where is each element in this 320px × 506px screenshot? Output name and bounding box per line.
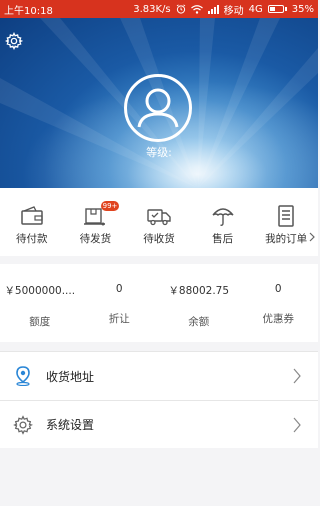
pending-shipment-badge: 99+ bbox=[100, 201, 120, 211]
truck-icon bbox=[147, 209, 171, 226]
stat-balance[interactable]: ￥88002.75 余额 bbox=[159, 264, 239, 342]
order-pending-shipment[interactable]: 99+ 待发货 bbox=[64, 188, 128, 256]
location-pin-icon bbox=[16, 366, 30, 386]
stat-coupons[interactable]: 0 优惠券 bbox=[239, 264, 319, 342]
menu-item-shipping-address[interactable]: 收货地址 bbox=[0, 352, 318, 400]
order-label: 待收货 bbox=[143, 233, 175, 245]
chevron-right-icon bbox=[293, 417, 301, 433]
settings-menu: 收货地址 系统设置 bbox=[0, 351, 318, 448]
order-label: 待发货 bbox=[79, 233, 112, 245]
stat-value: ￥5000000.... bbox=[4, 285, 76, 297]
order-label: 我的订单 bbox=[265, 233, 308, 245]
order-all-orders[interactable]: 我的订单 bbox=[254, 188, 318, 256]
gear-icon bbox=[13, 414, 33, 435]
stat-credit-limit[interactable]: ￥5000000.... 额度 bbox=[0, 264, 80, 342]
status-time: 上午10:18 bbox=[4, 5, 53, 17]
network-type: 4G bbox=[248, 3, 263, 15]
order-after-sales[interactable]: 售后 bbox=[191, 188, 255, 256]
alarm-icon bbox=[176, 4, 185, 14]
order-label: 待付款 bbox=[16, 233, 48, 245]
network-speed: 3.83K/s bbox=[133, 3, 171, 15]
stat-value: 0 bbox=[274, 283, 282, 295]
order-label: 售后 bbox=[212, 233, 234, 245]
chevron-right-icon bbox=[293, 368, 301, 384]
member-level: 等级: bbox=[146, 146, 172, 159]
stat-label: 余额 bbox=[188, 316, 210, 328]
chevron-right-icon[interactable] bbox=[308, 232, 316, 242]
order-pending-receipt[interactable]: 待收货 bbox=[127, 188, 191, 256]
avatar[interactable] bbox=[124, 74, 192, 142]
order-pending-payment[interactable]: 待付款 bbox=[0, 188, 64, 256]
battery-percent: 35% bbox=[291, 3, 314, 15]
account-stats: ￥5000000.... 额度 0 折让 ￥88002.75 余额 0 优惠券 bbox=[0, 264, 318, 342]
stat-label: 额度 bbox=[29, 316, 51, 328]
stat-value: ￥88002.75 bbox=[168, 285, 230, 297]
wifi-icon bbox=[190, 4, 203, 14]
order-list-icon bbox=[278, 205, 294, 227]
settings-gear-icon[interactable] bbox=[5, 32, 23, 50]
stat-label: 折让 bbox=[108, 313, 130, 325]
stat-discount[interactable]: 0 折让 bbox=[80, 264, 160, 342]
battery-icon bbox=[267, 5, 287, 13]
order-status-row: 待付款 99+ 待发货 待收货 售后 我的订单 bbox=[0, 188, 318, 256]
stat-label: 优惠券 bbox=[262, 313, 295, 325]
stat-value: 0 bbox=[115, 283, 123, 295]
wallet-icon bbox=[21, 206, 43, 225]
status-indicators: 3.83K/s 移动 4G 35% bbox=[133, 2, 314, 17]
umbrella-icon bbox=[212, 208, 234, 226]
status-bar: 上午10:18 3.83K/s 移动 4G 35% bbox=[0, 0, 318, 18]
menu-label: 收货地址 bbox=[46, 369, 95, 384]
profile-header: 等级: bbox=[0, 18, 318, 188]
user-icon bbox=[137, 88, 179, 128]
carrier-name: 移动 bbox=[223, 5, 244, 17]
menu-label: 系统设置 bbox=[46, 418, 95, 432]
menu-item-system-settings[interactable]: 系统设置 bbox=[0, 400, 318, 448]
signal-icon bbox=[207, 4, 219, 14]
